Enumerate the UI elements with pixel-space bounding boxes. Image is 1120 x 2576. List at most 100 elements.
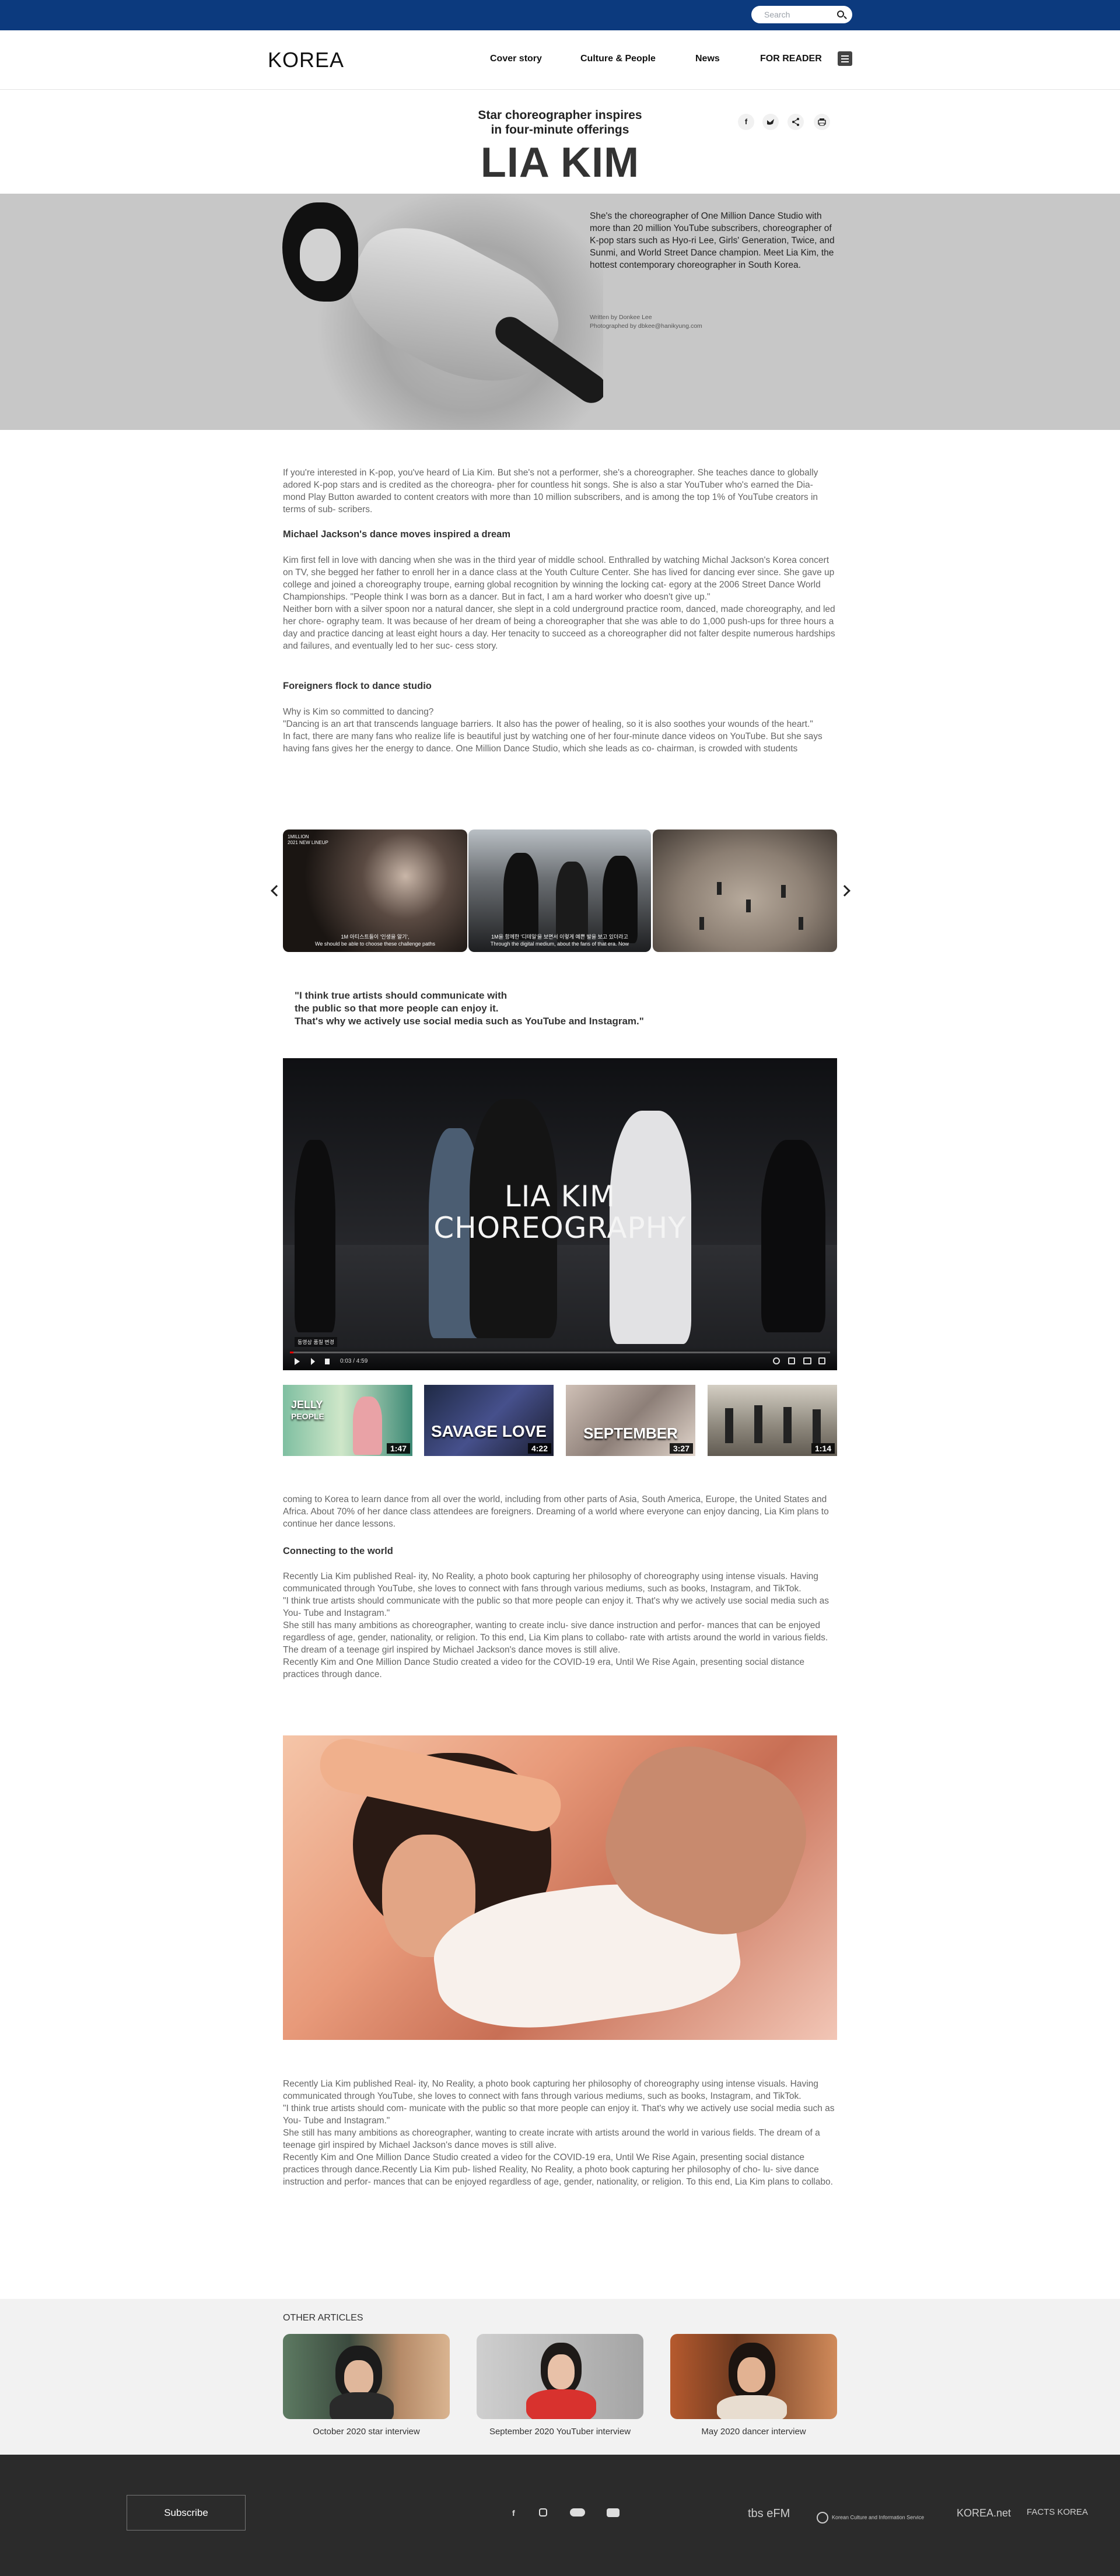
play-icon[interactable] (295, 1358, 300, 1365)
carousel-slide[interactable]: 1M을 함께한 '디테일'을 보면서 이렇게 예쁜 발을 보고 있더라고 Thr… (468, 830, 651, 952)
body-paragraph: Why is Kim so committed to dancing? "Dan… (283, 706, 837, 755)
carousel-prev-icon[interactable] (271, 885, 282, 897)
photo-credit: Photographed by dbkee@hanikyung.com (590, 323, 702, 330)
other-articles-heading: OTHER ARTICLES (283, 2313, 363, 2323)
article-card[interactable] (670, 2334, 837, 2419)
body-paragraph: coming to Korea to learn dance from all … (283, 1494, 829, 1529)
twitter-share-icon[interactable] (762, 114, 779, 130)
video-duration: 4:22 (527, 1443, 551, 1454)
korea-net-logo[interactable]: KOREA.net (957, 2507, 1011, 2519)
kicker-line: Star choreographer inspires (478, 108, 642, 122)
article-card[interactable] (477, 2334, 643, 2419)
section-heading: Foreigners flock to dance studio (283, 681, 432, 691)
top-bar: Search (0, 0, 1120, 30)
paragraph-line: She still has many ambitions as choreogr… (283, 1620, 828, 1655)
paragraph-line: Neither born with a silver spoon nor a n… (283, 604, 835, 651)
korea-logo[interactable]: KOREA (268, 48, 344, 72)
video-progress-bar[interactable] (290, 1352, 830, 1353)
article-title: LIA KIM (480, 139, 640, 186)
slide-caption: 1M을 함께한 '디테일'을 보면서 이렇게 예쁜 발을 보고 있더라고 Thr… (490, 934, 629, 947)
hero-photo (276, 194, 603, 430)
site-header: KOREA Cover story Culture & People News … (0, 30, 1120, 90)
paragraph-line: Recently Lia Kim published Real- ity, No… (283, 1572, 818, 1594)
paragraph-line: Recently Lia Kim published Real- ity, No… (283, 2079, 818, 2101)
video-duration: 1:14 (811, 1443, 835, 1454)
carousel-slide[interactable] (653, 830, 837, 952)
thumbnail-title: JELLY (291, 1399, 323, 1410)
article-kicker: Star choreographer inspires in four-minu… (443, 108, 677, 137)
search-icon[interactable] (837, 10, 844, 18)
carousel-next-icon[interactable] (839, 885, 850, 897)
paragraph-line: Recently Kim and One Million Dance Studi… (283, 2152, 833, 2187)
kocis-logo[interactable]: Korean Culture and Information Service (817, 2512, 945, 2524)
tbs-efm-logo[interactable]: tbs eFM (748, 2507, 790, 2521)
search-box[interactable]: Search (751, 6, 852, 23)
slide-caption: 1M 아티스트들이 '인생을 알기', We should be able to… (315, 934, 435, 947)
video-time: 0:03 / 4:59 (340, 1358, 368, 1364)
article-credits: Written by Donkee Lee Photographed by db… (590, 313, 835, 331)
kocis-logo-text: Korean Culture and Information Service (832, 2514, 925, 2521)
menu-icon[interactable] (838, 51, 852, 66)
carousel-slide[interactable]: 1MILLION 2021 NEW LINEUP 1M 아티스트들이 '인생을 … (283, 830, 467, 952)
facts-korea-logo[interactable]: FACTS KOREA (1027, 2507, 1088, 2517)
video-duration: 1:47 (386, 1443, 410, 1454)
paragraph-line: In fact, there are many fans who realize… (283, 732, 822, 754)
video-thumbnail[interactable]: JELLY PEOPLE 1:47 (283, 1385, 412, 1456)
video-duration: 3:27 (669, 1443, 693, 1454)
quote-line: "I think true artists should communicate… (295, 990, 508, 1001)
article-card-caption[interactable]: May 2020 dancer interview (670, 2427, 837, 2437)
quote-line: the public so that more people can enjoy… (295, 1003, 499, 1014)
section-heading: Michael Jackson's dance moves inspired a… (283, 529, 511, 540)
video-quality-chip[interactable]: 동영상 품질 변경 (295, 1337, 337, 1347)
body-paragraph: Kim first fell in love with dancing when… (283, 554, 837, 652)
video-thumbnail[interactable]: 1:14 (708, 1385, 837, 1456)
paragraph-line: Why is Kim so committed to dancing? (283, 707, 434, 717)
video-title-line: LIA KIM (504, 1180, 616, 1213)
instagram-icon[interactable] (539, 2508, 547, 2516)
miniplayer-icon[interactable] (788, 1357, 795, 1364)
nav-for-reader[interactable]: FOR READER (760, 54, 822, 64)
kicker-line: in four-minute offerings (491, 123, 629, 136)
article-card-caption[interactable]: October 2020 star interview (283, 2427, 450, 2437)
settings-icon[interactable] (773, 1357, 780, 1364)
volume-icon[interactable] (325, 1359, 330, 1364)
paragraph-line: Kim first fell in love with dancing when… (283, 555, 835, 602)
slide-tag: 1MILLION 2021 NEW LINEUP (288, 834, 328, 845)
article-card-caption[interactable]: September 2020 YouTuber interview (477, 2427, 643, 2437)
paragraph-line: "Dancing is an art that transcends langu… (283, 719, 813, 729)
video-player[interactable]: LIA KIM CHOREOGRAPHY 동영상 품질 변경 0:03 / 4:… (283, 1058, 837, 1370)
nav-news[interactable]: News (695, 54, 720, 64)
writer-credit: Written by Donkee Lee (590, 314, 652, 321)
body-paragraph: Recently Lia Kim published Real- ity, No… (283, 1570, 837, 1681)
nav-culture-people[interactable]: Culture & People (580, 54, 656, 64)
video-thumbnail[interactable]: SEPTEMBER 3:27 (566, 1385, 695, 1456)
section-heading: Connecting to the world (283, 1546, 393, 1556)
paragraph-line: "I think true artists should communicate… (283, 1596, 830, 1618)
pull-quote: "I think true artists should communicate… (295, 989, 703, 1028)
theater-icon[interactable] (803, 1357, 811, 1364)
paragraph-line: She still has many ambitions as choreogr… (283, 2128, 820, 2150)
facebook-share-icon[interactable]: f (738, 114, 754, 130)
video-title-line: CHOREOGRAPHY (433, 1211, 687, 1245)
share-icon[interactable] (788, 114, 804, 130)
article-card[interactable] (283, 2334, 450, 2419)
nav-cover-story[interactable]: Cover story (490, 54, 542, 64)
subscribe-button[interactable]: Subscribe (127, 2495, 246, 2530)
search-input[interactable]: Search (764, 10, 790, 19)
body-paragraph: Recently Lia Kim published Real- ity, No… (283, 2078, 837, 2188)
next-video-icon[interactable] (311, 1358, 315, 1365)
quote-line: That's why we actively use social media … (295, 1016, 644, 1027)
video-title: LIA KIM CHOREOGRAPHY (429, 1181, 691, 1244)
flickr-icon[interactable] (570, 2508, 585, 2516)
fullscreen-icon[interactable] (818, 1357, 825, 1364)
facebook-icon[interactable]: f (512, 2508, 515, 2518)
youtube-icon[interactable] (607, 2508, 620, 2517)
video-thumbnail[interactable]: SAVAGE LOVE 4:22 (424, 1385, 554, 1456)
article-photo (283, 1735, 837, 2040)
thumbnail-subtitle: PEOPLE (291, 1412, 324, 1421)
thumbnail-title: SAVAGE LOVE (430, 1422, 547, 1440)
paragraph-line: "I think true artists should com- munica… (283, 2104, 835, 2126)
body-paragraph: If you're interested in K-pop, you've he… (283, 468, 818, 514)
paragraph-line: Recently Kim and One Million Dance Studi… (283, 1657, 804, 1679)
print-icon[interactable] (814, 114, 830, 130)
